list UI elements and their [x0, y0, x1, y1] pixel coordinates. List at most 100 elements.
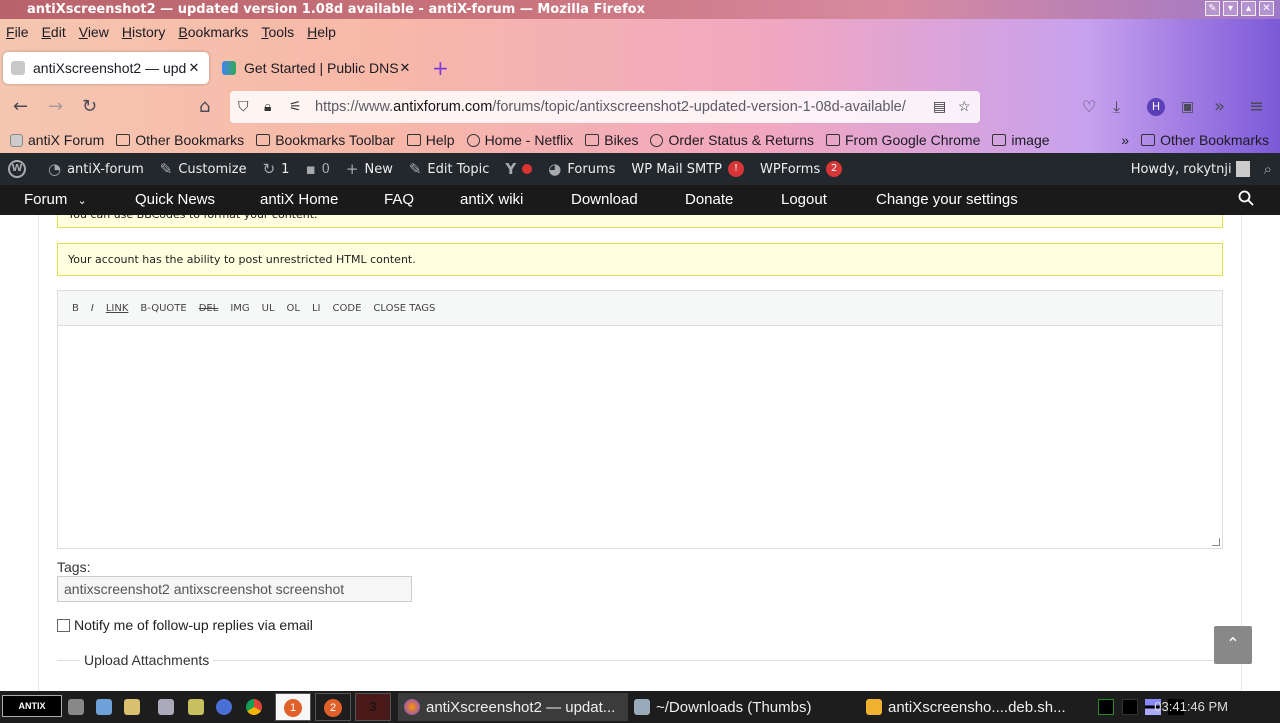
menu-bookmarks[interactable]: Bookmarks: [178, 24, 248, 40]
admin-comments[interactable]: ▪ 0: [297, 160, 337, 178]
url-bar[interactable]: ⛉ 🔒︎ ⚟ https://www.antixforum.com/forums…: [230, 91, 980, 123]
admin-customize[interactable]: ✎ Customize: [152, 160, 255, 178]
editor-icon[interactable]: [188, 699, 204, 715]
tab-public-dns[interactable]: Get Started | Public DNS ✕: [214, 52, 420, 84]
blockquote-button[interactable]: B-QUOTE: [140, 303, 186, 314]
nav-logout[interactable]: Logout: [781, 191, 827, 208]
tags-input[interactable]: antixscreenshot2 antixscreenshot screens…: [57, 576, 412, 602]
admin-site-name[interactable]: ◔ antiX-forum: [40, 160, 152, 178]
bookmark-antix-forum[interactable]: antiX Forum: [10, 132, 104, 148]
nav-donate[interactable]: Donate: [685, 191, 733, 208]
ol-button[interactable]: OL: [287, 303, 300, 314]
new-tab-icon[interactable]: +: [432, 56, 449, 80]
user-avatar-icon[interactable]: [1235, 161, 1250, 177]
nav-forum[interactable]: Forum ⌄: [24, 191, 87, 208]
close-tab-icon[interactable]: ✕: [187, 60, 201, 76]
bookmark-netflix[interactable]: Home - Netflix: [466, 132, 573, 148]
bold-button[interactable]: B: [72, 303, 79, 314]
menu-view[interactable]: View: [79, 24, 109, 40]
maximize-icon[interactable]: ▴: [1241, 1, 1256, 16]
search-icon[interactable]: [1238, 190, 1254, 206]
howdy-label[interactable]: Howdy, rokytnji: [1123, 162, 1236, 177]
terminal-icon[interactable]: [158, 699, 174, 715]
img-button[interactable]: IMG: [230, 303, 249, 314]
show-desktop-icon[interactable]: [68, 699, 84, 715]
back-icon[interactable]: ←: [13, 97, 28, 117]
installer-icon[interactable]: [124, 699, 140, 715]
tab-antixscreenshot[interactable]: antiXscreenshot2 — updat ✕: [3, 52, 209, 84]
bookmark-bikes[interactable]: Bikes: [585, 132, 638, 148]
chevron-overflow-icon[interactable]: »: [1121, 132, 1129, 148]
notify-option[interactable]: Notify me of follow-up replies via email: [57, 617, 313, 633]
admin-new[interactable]: + New: [338, 160, 401, 178]
file-manager-icon[interactable]: [96, 699, 112, 715]
workspace-3[interactable]: 3: [355, 693, 391, 721]
admin-updates[interactable]: ↻ 1: [255, 160, 298, 178]
shield-icon[interactable]: ⛉: [238, 98, 249, 115]
task-installer[interactable]: antiXscreensho....deb.sh...: [860, 693, 1090, 721]
bookmark-help[interactable]: Help: [406, 132, 455, 148]
workspace-1[interactable]: 1: [275, 693, 311, 721]
italic-button[interactable]: I: [91, 303, 94, 314]
admin-wp-mail-smtp[interactable]: WP Mail SMTP!: [623, 161, 752, 177]
hamburger-menu-icon[interactable]: ≡: [1249, 97, 1264, 117]
menu-history[interactable]: History: [122, 24, 166, 40]
bookmark-order-status[interactable]: Order Status & Returns: [650, 132, 814, 148]
pocket-icon[interactable]: ♡: [1082, 97, 1096, 117]
reader-view-icon[interactable]: ▤: [933, 98, 946, 115]
menu-edit[interactable]: Edit: [42, 24, 66, 40]
li-button[interactable]: LI: [312, 303, 321, 314]
menu-help[interactable]: Help: [307, 24, 336, 40]
bookmark-other-bookmarks[interactable]: Other Bookmarks: [116, 132, 244, 148]
reload-icon[interactable]: ↻: [82, 97, 97, 117]
nav-antix-home[interactable]: antiX Home: [260, 191, 338, 208]
account-avatar-icon[interactable]: H: [1147, 98, 1165, 116]
web-icon[interactable]: [216, 699, 232, 715]
permissions-icon[interactable]: ⚟: [289, 98, 302, 115]
admin-search-icon[interactable]: ⌕: [1264, 160, 1272, 178]
admin-forums[interactable]: ◕ Forums: [540, 160, 623, 178]
menu-file[interactable]: File: [6, 24, 29, 40]
home-icon[interactable]: ⌂: [199, 97, 210, 117]
admin-edit-topic[interactable]: ✎ Edit Topic: [401, 160, 498, 178]
downloads-icon[interactable]: ⤓: [1113, 97, 1120, 117]
code-button[interactable]: CODE: [333, 303, 362, 314]
link-button[interactable]: LINK: [106, 303, 129, 314]
admin-wpforms[interactable]: WPForms 2: [752, 161, 850, 177]
close-tags-button[interactable]: CLOSE TAGS: [373, 303, 435, 314]
ul-button[interactable]: UL: [262, 303, 275, 314]
lock-icon[interactable]: 🔒︎: [264, 98, 271, 115]
menu-tools[interactable]: Tools: [261, 24, 294, 40]
forward-icon[interactable]: →: [48, 97, 63, 117]
bookmark-label: Bikes: [604, 132, 639, 148]
chrome-icon[interactable]: [246, 699, 262, 715]
resize-handle-icon[interactable]: [1212, 538, 1220, 546]
bookmark-other-bookmarks-right[interactable]: Other Bookmarks: [1141, 132, 1269, 148]
reply-textarea[interactable]: [58, 326, 1222, 548]
wp-logo[interactable]: W: [0, 160, 40, 178]
bookmark-star-icon[interactable]: ☆: [958, 98, 971, 115]
nav-antix-wiki[interactable]: antiX wiki: [460, 191, 523, 208]
extension-icon[interactable]: ▣: [1181, 97, 1194, 117]
nav-faq[interactable]: FAQ: [384, 191, 414, 208]
pin-icon[interactable]: ✎: [1205, 1, 1220, 16]
admin-yoast[interactable]: Y: [497, 160, 540, 178]
minimize-icon[interactable]: ▾: [1223, 1, 1238, 16]
close-tab-icon[interactable]: ✕: [398, 60, 412, 76]
bookmark-label: Order Status & Returns: [668, 132, 814, 148]
close-icon[interactable]: ✕: [1259, 1, 1274, 16]
task-firefox[interactable]: antiXscreenshot2 — updat...: [398, 693, 628, 721]
bookmark-image[interactable]: image: [992, 132, 1050, 148]
bookmark-from-google-chrome[interactable]: From Google Chrome: [826, 132, 980, 148]
del-button[interactable]: DEL: [199, 303, 219, 314]
nav-change-settings[interactable]: Change your settings: [876, 191, 1018, 208]
notify-checkbox[interactable]: [57, 618, 70, 632]
back-to-top-button[interactable]: ⌃: [1214, 626, 1252, 664]
bookmark-bookmarks-toolbar[interactable]: Bookmarks Toolbar: [256, 132, 395, 148]
nav-download[interactable]: Download: [571, 191, 638, 208]
workspace-2[interactable]: 2: [315, 693, 351, 721]
task-thumbs[interactable]: ~/Downloads (Thumbs): [628, 693, 856, 721]
overflow-chevron-icon[interactable]: »: [1214, 97, 1225, 117]
nav-quick-news[interactable]: Quick News: [135, 191, 215, 208]
antix-menu-logo[interactable]: ANTIX: [2, 695, 62, 717]
